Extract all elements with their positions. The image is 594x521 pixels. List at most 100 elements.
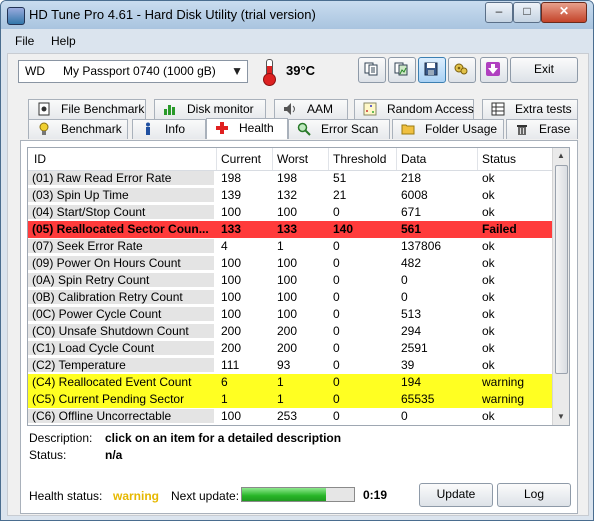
vertical-scrollbar[interactable]: ▲ ▼ xyxy=(552,148,569,425)
cell-threshold: 0 xyxy=(333,409,340,423)
menu-help[interactable]: Help xyxy=(51,34,76,48)
update-button[interactable]: Update xyxy=(419,483,493,507)
cell-data: 482 xyxy=(401,256,422,270)
tab-label: Benchmark xyxy=(61,122,122,136)
cell-id: (0C) Power Cycle Count xyxy=(28,307,214,321)
col-header-worst[interactable]: Worst xyxy=(277,152,308,166)
speaker-icon xyxy=(284,103,295,115)
disk-monitor-icon xyxy=(164,105,175,115)
tab-label: AAM xyxy=(307,102,334,116)
col-header-status[interactable]: Status xyxy=(482,152,516,166)
scroll-thumb[interactable] xyxy=(555,165,568,374)
cell-id: (0B) Calibration Retry Count xyxy=(28,290,214,304)
tab-aam[interactable]: AAM xyxy=(274,99,348,119)
cell-worst: 1 xyxy=(277,239,284,253)
next-update-label: Next update: xyxy=(171,489,240,503)
cell-threshold: 0 xyxy=(333,307,340,321)
exit-button[interactable]: Exit xyxy=(510,57,578,83)
cell-status: ok xyxy=(482,341,495,355)
table-row[interactable]: (09) Power On Hours Count 100 100 0 482 ok xyxy=(28,255,553,272)
copy-screenshot-button[interactable] xyxy=(388,57,416,83)
cell-threshold: 0 xyxy=(333,341,340,355)
table-row[interactable]: (C0) Unsafe Shutdown Count 200 200 0 294 ok xyxy=(28,323,553,340)
col-header-current[interactable]: Current xyxy=(221,152,261,166)
save-button[interactable] xyxy=(418,57,446,83)
col-header-data[interactable]: Data xyxy=(401,152,426,166)
description-value: click on an item for a detailed descript… xyxy=(105,431,342,445)
cell-id: (C5) Current Pending Sector xyxy=(28,392,214,406)
cell-id: (01) Raw Read Error Rate xyxy=(28,171,214,185)
col-header-id[interactable]: ID xyxy=(34,152,46,166)
status-value: n/a xyxy=(105,448,123,462)
cell-status: ok xyxy=(482,171,495,185)
table-row[interactable]: (C1) Load Cycle Count 200 200 0 2591 ok xyxy=(28,340,553,357)
cell-data: 2591 xyxy=(401,341,428,355)
table-row[interactable]: (C5) Current Pending Sector 1 1 0 65535 warni… xyxy=(28,391,553,408)
cell-current: 200 xyxy=(221,341,242,355)
tab-label: Random Access xyxy=(387,102,474,116)
cell-data: 0 xyxy=(401,409,408,423)
cell-current: 111 xyxy=(221,358,240,372)
tab-health[interactable]: Health xyxy=(206,118,288,139)
main-client-area: WD My Passport 0740 (1000 gB) ▼ 39°C Exi… xyxy=(7,53,589,516)
cell-threshold: 51 xyxy=(333,171,347,185)
tab-erase[interactable]: Erase xyxy=(506,119,578,139)
table-row[interactable]: (0A) Spin Retry Count 100 100 0 0 ok xyxy=(28,272,553,289)
tab-folder-usage[interactable]: Folder Usage xyxy=(392,119,504,139)
title-bar: HD Tune Pro 4.61 - Hard Disk Utility (tr… xyxy=(1,1,593,29)
tab-label: Info xyxy=(165,122,186,136)
tab-extra-tests[interactable]: Extra tests xyxy=(482,99,578,119)
bulb-icon xyxy=(39,122,49,135)
log-button[interactable]: Log xyxy=(497,483,571,507)
maximize-button[interactable]: □ xyxy=(513,2,541,23)
copy-text-icon xyxy=(364,62,378,76)
cell-data: 194 xyxy=(401,375,422,389)
tab-error-scan[interactable]: Error Scan xyxy=(288,119,390,139)
cell-id: (05) Reallocated Sector Coun... xyxy=(28,222,214,236)
cell-status: ok xyxy=(482,290,495,304)
tab-info[interactable]: Info xyxy=(132,119,206,139)
menu-file[interactable]: File xyxy=(15,34,34,48)
table-row[interactable]: (0C) Power Cycle Count 100 100 0 513 ok xyxy=(28,306,553,323)
tab-label: Health xyxy=(239,121,274,135)
table-row[interactable]: (C2) Temperature 111 93 0 39 ok xyxy=(28,357,553,374)
table-row[interactable]: (07) Seek Error Rate 4 1 0 137806 ok xyxy=(28,238,553,255)
table-row[interactable]: (05) Reallocated Sector Coun... 133 133 140… xyxy=(28,221,553,238)
cell-worst: 200 xyxy=(277,324,298,338)
table-row[interactable]: (04) Start/Stop Count 100 100 0 671 ok xyxy=(28,204,553,221)
cell-current: 100 xyxy=(221,205,242,219)
download-button[interactable] xyxy=(480,57,508,83)
cell-threshold: 140 xyxy=(333,222,354,236)
table-row[interactable]: (0B) Calibration Retry Count 100 100 0 0 ok xyxy=(28,289,553,306)
table-row[interactable]: (C4) Reallocated Event Count 6 1 0 194 warnin… xyxy=(28,374,553,391)
table-row[interactable]: (01) Raw Read Error Rate 198 198 51 218 ok xyxy=(28,170,553,187)
tab-benchmark[interactable]: Benchmark xyxy=(28,119,128,139)
cell-current: 200 xyxy=(221,324,242,338)
options-button[interactable] xyxy=(448,57,476,83)
drive-brand: WD xyxy=(25,64,45,78)
table-body: (01) Raw Read Error Rate 198 198 51 218 ok (03… xyxy=(28,170,553,425)
tab-disk-monitor[interactable]: Disk monitor xyxy=(154,99,266,119)
scroll-down-icon[interactable]: ▼ xyxy=(553,409,569,425)
cell-data: 6008 xyxy=(401,188,428,202)
cell-worst: 100 xyxy=(277,273,298,287)
tab-random-access[interactable]: Random Access xyxy=(354,99,474,119)
health-panel: ID Current Worst Threshold Data Status (… xyxy=(20,140,578,514)
minimize-button[interactable]: – xyxy=(485,2,513,23)
table-row[interactable]: (C6) Offline Uncorrectable 100 253 0 0 ok xyxy=(28,408,553,425)
cell-worst: 100 xyxy=(277,256,298,270)
copy-text-button[interactable] xyxy=(358,57,386,83)
cell-data: 0 xyxy=(401,273,408,287)
cell-threshold: 0 xyxy=(333,256,340,270)
tab-file-benchmark[interactable]: File Benchmark xyxy=(28,99,146,119)
scroll-up-icon[interactable]: ▲ xyxy=(553,148,569,164)
drive-select[interactable]: WD My Passport 0740 (1000 gB) ▼ xyxy=(18,60,248,83)
table-row[interactable]: (03) Spin Up Time 139 132 21 6008 ok xyxy=(28,187,553,204)
cell-current: 1 xyxy=(221,392,228,406)
cell-id: (C0) Unsafe Shutdown Count xyxy=(28,324,214,338)
cell-status: ok xyxy=(482,324,495,338)
col-header-threshold[interactable]: Threshold xyxy=(333,152,386,166)
next-update-value: 0:19 xyxy=(363,488,388,502)
cell-current: 100 xyxy=(221,290,242,304)
close-button[interactable]: ✕ xyxy=(541,2,587,23)
